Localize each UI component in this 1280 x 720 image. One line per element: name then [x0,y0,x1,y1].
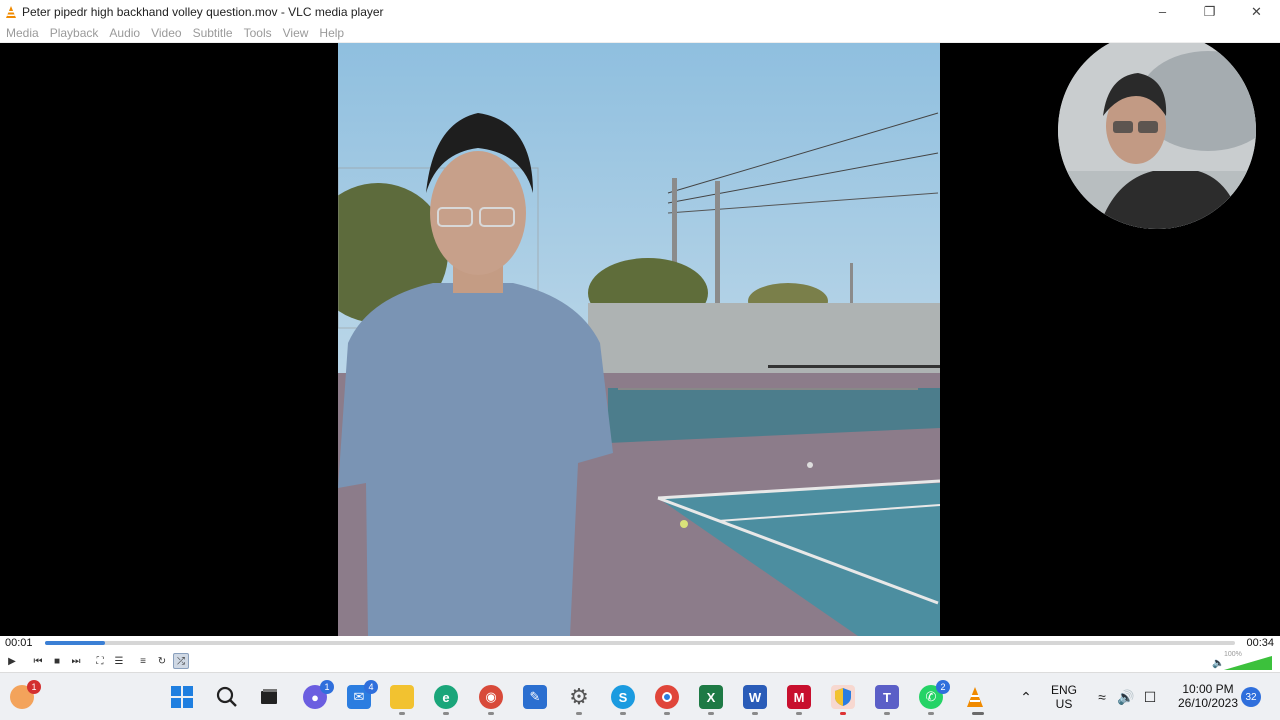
extended-settings-icon[interactable]: ☰ [111,653,127,669]
mcafee-shield-icon[interactable]: M [787,685,811,709]
video-area[interactable] [0,43,1280,636]
running-indicator [708,712,714,715]
webcam-overlay [1058,43,1256,229]
menu-video[interactable]: Video [151,26,181,40]
word-icon[interactable]: W [743,685,767,709]
menu-playback[interactable]: Playback [50,26,99,40]
clock-time: 10:00 PM [1182,682,1234,696]
start-windows-icon[interactable] [170,685,194,709]
clock-date: 26/10/2023 [1177,696,1239,710]
teams-badge: 1 [320,680,334,694]
running-indicator [752,712,758,715]
settings-gear-icon[interactable]: ⚙ [567,684,591,709]
play-icon[interactable]: ▶ [4,653,20,669]
teams-chat-icon[interactable]: ● 1 [303,680,334,709]
title-bar: Peter pipedr high backhand volley questi… [0,0,1280,23]
seek-progress [45,641,105,645]
total-time: 00:34 [1246,637,1274,649]
previous-icon[interactable]: ⏮ [30,653,46,669]
menu-media[interactable]: Media [6,26,39,40]
battery-icon[interactable]: ☐ [1138,685,1162,709]
menu-bar: Media Playback Audio Video Subtitle Tool… [0,23,1280,43]
close-icon[interactable]: ✕ [1233,0,1280,23]
running-indicator [884,712,890,715]
elapsed-time: 00:01 [5,637,33,649]
language-code: ENG [1050,683,1077,697]
video-frame [338,43,940,636]
mail-icon[interactable]: ✉ 4 [347,680,378,709]
skype-icon[interactable]: S [611,685,635,709]
video-scene [338,43,940,636]
loop-icon[interactable]: ↻ [154,653,170,669]
edge-browser-icon[interactable]: e [434,685,458,709]
running-indicator [796,712,802,715]
running-indicator [928,712,934,715]
task-view-icon[interactable] [257,685,281,709]
mail-badge: 4 [364,680,378,694]
fullscreen-icon[interactable]: ⛶ [92,653,108,669]
weather-badge: 1 [27,680,41,694]
running-indicator [399,712,405,715]
menu-subtitle[interactable]: Subtitle [193,26,233,40]
teams-icon[interactable]: T [875,685,899,709]
security-shield-icon[interactable] [831,685,855,709]
next-icon[interactable]: ⏭ [68,653,84,669]
seek-slider[interactable] [45,641,1235,645]
maximize-icon[interactable]: ❐ [1186,0,1233,23]
speaker-volume-icon[interactable]: 🔊 [1114,685,1138,709]
notification-count[interactable]: 32 [1241,687,1261,707]
chrome-icon[interactable] [655,685,679,709]
whatsapp-icon[interactable]: ✆ 2 [919,680,950,709]
search-icon[interactable] [215,685,239,709]
excel-icon[interactable]: X [699,685,723,709]
menu-help[interactable]: Help [319,26,344,40]
running-indicator [664,712,670,715]
taskbar: 1 ● 1 ✉ 4 e ◉ ✎ ⚙ S X W M T ✆ 2 ⌃ ENG US… [0,672,1280,720]
file-explorer-icon[interactable] [390,685,414,709]
running-indicator [576,712,582,715]
menu-tools[interactable]: Tools [244,26,272,40]
seek-bar-row: 00:01 00:34 [0,636,1280,650]
weather-widget-icon[interactable]: 1 [10,680,41,709]
stop-icon[interactable]: ■ [49,653,65,669]
running-indicator [488,712,494,715]
playlist-icon[interactable]: ≡ [135,653,151,669]
wifi-icon[interactable]: ≈ [1090,685,1114,709]
whatsapp-badge: 2 [936,680,950,694]
language-indicator[interactable]: ENG US [1045,683,1083,711]
menu-view[interactable]: View [283,26,309,40]
volume-slider[interactable]: 🔈 100% [1212,651,1272,670]
clock[interactable]: 10:00 PM 26/10/2023 [1168,682,1248,710]
running-indicator [840,712,846,715]
vlc-taskbar-icon[interactable] [963,685,987,709]
webcam-feed [1058,43,1256,229]
random-icon[interactable]: ⤮ [173,653,189,669]
vlc-cone-icon [6,5,16,18]
region-code: US [1055,697,1073,711]
minimize-icon[interactable]: – [1139,0,1186,23]
active-indicator [972,712,984,715]
running-indicator [620,712,626,715]
speaker-icon[interactable]: 🔈 [1212,658,1224,669]
playback-controls: ▶ ⏮ ■ ⏭ ⛶ ☰ ≡ ↻ ⤮ [0,650,1280,672]
menu-audio[interactable]: Audio [109,26,140,40]
chevron-up-icon[interactable]: ⌃ [1014,685,1038,709]
snipping-tool-icon[interactable]: ✎ [523,685,547,709]
screen-recorder-icon[interactable]: ◉ [479,685,503,709]
running-indicator [443,712,449,715]
window-title: Peter pipedr high backhand volley questi… [22,4,384,19]
